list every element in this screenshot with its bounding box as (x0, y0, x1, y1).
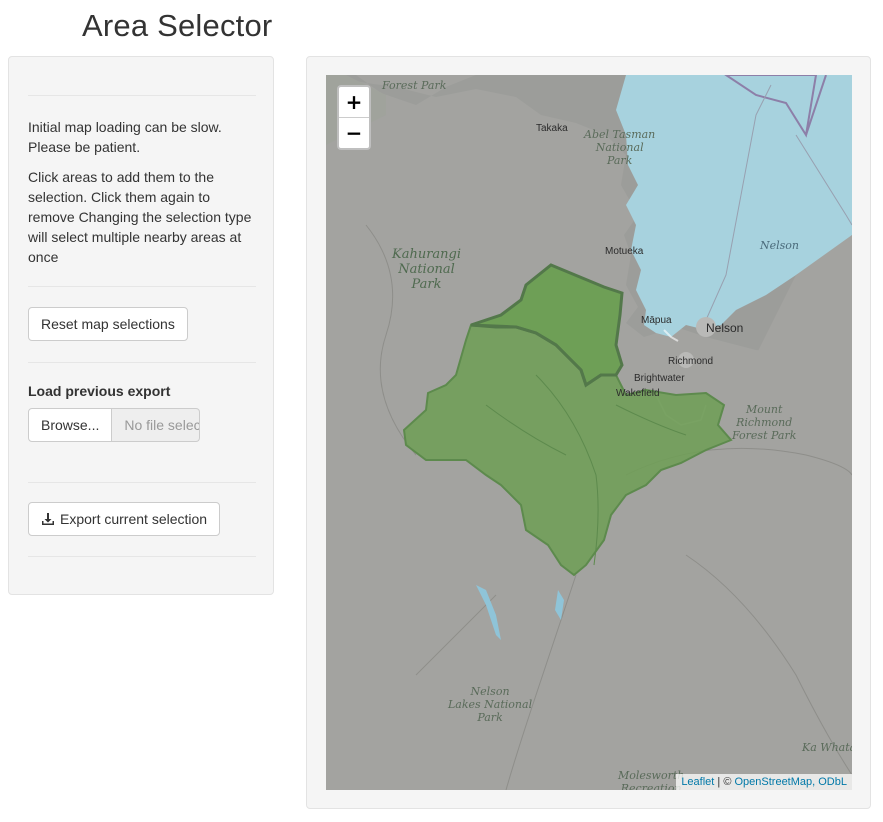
divider (28, 482, 256, 483)
town-takaka: Takaka (536, 123, 568, 134)
leaflet-link[interactable]: Leaflet (681, 776, 714, 788)
browse-button[interactable]: Browse... (28, 408, 113, 442)
town-nelson: Nelson (706, 321, 744, 335)
town-richmond: Richmond (668, 356, 714, 367)
place-ka-whata: Ka Whata (802, 741, 852, 754)
attribution-separator: | © (714, 776, 735, 788)
divider (28, 286, 256, 287)
zoom-out-button[interactable]: − (339, 117, 369, 148)
zoom-control: + − (337, 85, 371, 150)
file-name-field[interactable]: No file selected (112, 408, 201, 442)
leaflet-map[interactable]: Forest Park Takaka Abel Tasman National … (326, 75, 852, 790)
zoom-in-button[interactable]: + (339, 87, 369, 117)
place-nelson-lakes: Nelson Lakes National Park (448, 685, 533, 724)
sidebar-panel: Initial map loading can be slow. Please … (8, 56, 274, 595)
town-brightwater: Brightwater (634, 373, 685, 384)
town-wakefield: Wakefield (616, 388, 660, 399)
download-icon (42, 513, 54, 525)
divider (28, 556, 256, 557)
load-export-label: Load previous export (28, 383, 171, 399)
place-mount-richmond: Mount Richmond Forest Park (732, 403, 797, 442)
export-button[interactable]: Export current selection (28, 502, 221, 536)
town-motueka: Motueka (605, 246, 644, 257)
osm-link[interactable]: OpenStreetMap, ODbL (734, 776, 847, 788)
town-mapua: Māpua (641, 315, 672, 326)
reset-map-button[interactable]: Reset map selections (28, 307, 188, 341)
file-input-group: Browse... No file selected (28, 408, 201, 442)
page-title: Area Selector (82, 8, 273, 43)
export-button-label: Export current selection (60, 511, 208, 527)
sea-label-nelson: Nelson (760, 239, 800, 252)
divider (28, 95, 256, 96)
divider (28, 362, 256, 363)
place-molesworth: Molesworth Recreation (618, 769, 685, 790)
instructions-text: Click areas to add them to the selection… (28, 169, 252, 265)
place-forest-park: Forest Park (382, 79, 447, 92)
place-kahurangi: Kahurangi National Park (392, 247, 462, 292)
map-attribution: Leaflet | © OpenStreetMap, ODbL (676, 774, 852, 790)
loading-note: Initial map loading can be slow. Please … (28, 119, 222, 155)
place-abel-tasman: Abel Tasman National Park (584, 128, 656, 167)
